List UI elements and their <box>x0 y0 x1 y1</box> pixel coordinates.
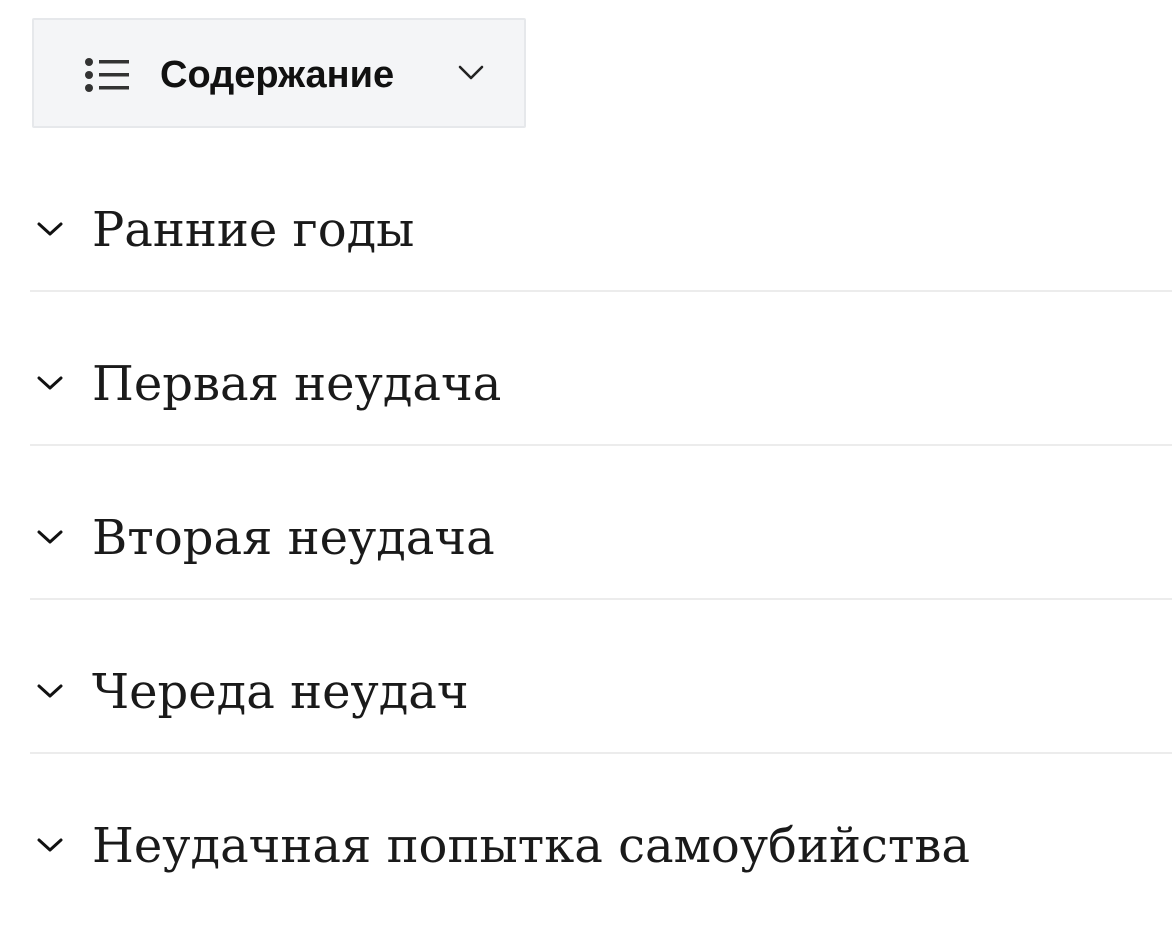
chevron-down-icon <box>37 222 63 236</box>
toc-item-label: Ранние годы <box>92 202 415 258</box>
toc-section-list: Ранние годы Первая неудача Вторая неудач… <box>0 136 1172 904</box>
toc-title: Содержание <box>160 54 395 96</box>
toc-item-label: Первая неудача <box>92 356 502 412</box>
toc-toggle-button[interactable]: Содержание <box>32 18 526 128</box>
toc-item-label: Неудачная попытка самоубийства <box>92 818 971 874</box>
chevron-down-icon <box>37 530 63 544</box>
chevron-down-icon <box>458 65 484 80</box>
toc-item-series-of-failures[interactable]: Череда неудач <box>0 600 1172 754</box>
chevron-down-icon <box>37 838 63 852</box>
toc-item-second-failure[interactable]: Вторая неудача <box>0 446 1172 600</box>
list-icon <box>85 58 129 92</box>
toc-item-label: Вторая неудача <box>92 510 495 566</box>
toc-item-first-failure[interactable]: Первая неудача <box>0 292 1172 446</box>
chevron-down-icon <box>37 376 63 390</box>
chevron-down-icon <box>37 684 63 698</box>
toc-item-label: Череда неудач <box>92 664 469 720</box>
toc-item-failed-suicide-attempt[interactable]: Неудачная попытка самоубийства <box>0 754 1172 904</box>
toc-item-early-years[interactable]: Ранние годы <box>0 136 1172 292</box>
